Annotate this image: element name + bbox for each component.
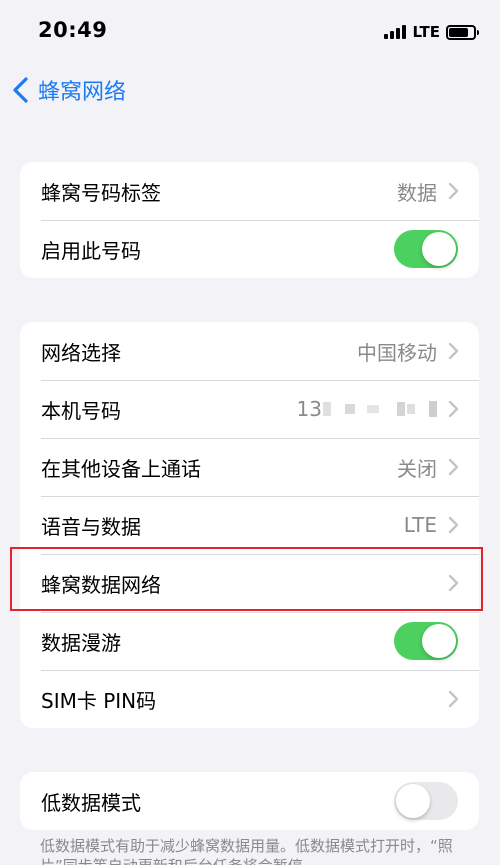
row-value: 13 — [296, 397, 322, 421]
network-type: LTE — [412, 23, 440, 41]
masked-phone-number: 13 — [297, 397, 437, 421]
chevron-right-icon — [448, 182, 459, 200]
row-label: 蜂窝数据网络 — [41, 572, 161, 597]
row-value: 数据 — [397, 180, 437, 205]
low-data-mode-toggle[interactable] — [394, 782, 458, 820]
back-button[interactable]: 蜂窝网络 — [10, 74, 126, 106]
row-label: 在其他设备上通话 — [41, 456, 201, 481]
row-label: 数据漫游 — [41, 630, 121, 655]
status-time: 20:49 — [38, 18, 108, 42]
row-number-label[interactable]: 蜂窝号码标签 数据 — [20, 162, 479, 220]
row-sim-pin[interactable]: SIM卡 PIN码 — [20, 670, 479, 728]
chevron-right-icon — [448, 458, 459, 476]
row-label: 启用此号码 — [41, 238, 141, 263]
chevron-right-icon — [448, 574, 459, 592]
chevron-right-icon — [448, 690, 459, 708]
chevron-right-icon — [448, 400, 459, 418]
settings-group-network: 网络选择 中国移动 本机号码 13 在其他设备上通话 关闭 语音与数据 LTE … — [20, 322, 479, 728]
row-network-selection[interactable]: 网络选择 中国移动 — [20, 322, 479, 380]
enable-number-toggle[interactable] — [394, 230, 458, 268]
settings-group-number: 蜂窝号码标签 数据 启用此号码 — [20, 162, 479, 278]
row-cellular-data-network[interactable]: 蜂窝数据网络 — [20, 554, 479, 612]
row-data-roaming: 数据漫游 — [20, 612, 479, 670]
row-calls-on-other-devices[interactable]: 在其他设备上通话 关闭 — [20, 438, 479, 496]
low-data-mode-description: 低数据模式有助于减少蜂窝数据用量。低数据模式打开时，“照片”同步等自动更新和后台… — [40, 837, 453, 865]
row-label: 低数据模式 — [41, 790, 141, 815]
row-value: 关闭 — [397, 456, 437, 481]
row-label: 语音与数据 — [41, 514, 141, 539]
back-label: 蜂窝网络 — [38, 80, 127, 105]
row-voice-and-data[interactable]: 语音与数据 LTE — [20, 496, 479, 554]
row-value: LTE — [403, 513, 437, 537]
row-label: 蜂窝号码标签 — [41, 180, 161, 205]
status-bar: 20:49 LTE — [0, 0, 500, 62]
nav-bar: 蜂窝网络 — [0, 66, 500, 112]
chevron-right-icon — [448, 342, 459, 360]
row-label: SIM卡 PIN码 — [41, 688, 157, 713]
row-label: 网络选择 — [41, 340, 121, 365]
chevron-right-icon — [448, 516, 459, 534]
battery-icon — [446, 24, 479, 40]
signal-icon — [384, 25, 407, 39]
row-my-number[interactable]: 本机号码 13 — [20, 380, 479, 438]
row-low-data-mode: 低数据模式 — [20, 772, 479, 830]
data-roaming-toggle[interactable] — [394, 622, 458, 660]
row-enable-number: 启用此号码 — [20, 220, 479, 278]
row-label: 本机号码 — [41, 398, 121, 423]
settings-group-low-data: 低数据模式 — [20, 772, 479, 830]
row-value: 中国移动 — [357, 340, 437, 365]
status-indicators: LTE — [384, 22, 479, 42]
chevron-left-icon — [13, 77, 28, 103]
